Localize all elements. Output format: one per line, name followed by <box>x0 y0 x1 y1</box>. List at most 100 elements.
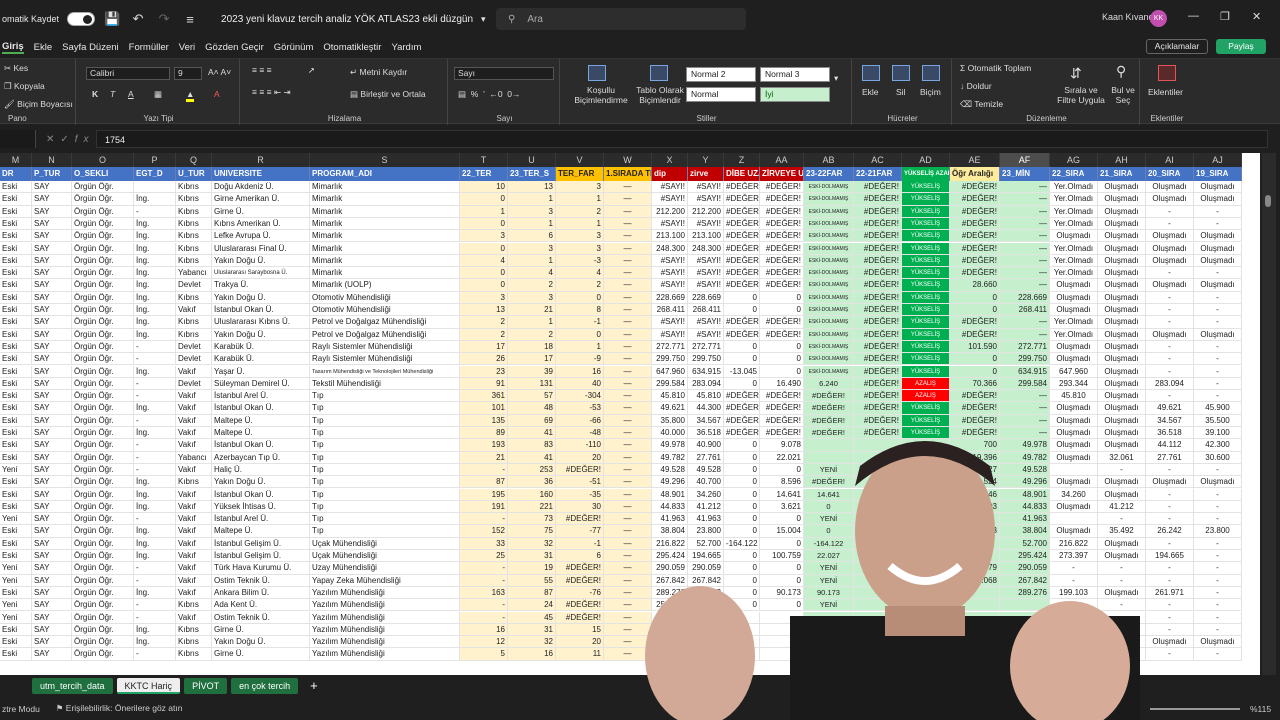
tab-view[interactable]: Görünüm <box>274 42 314 53</box>
table-cell[interactable]: 4 <box>460 254 508 268</box>
table-cell[interactable]: YÜKSELİŞ <box>902 353 950 366</box>
table-cell[interactable]: - <box>1194 500 1242 514</box>
table-cell[interactable]: #SAYI! <box>652 316 688 329</box>
table-cell[interactable]: -110 <box>556 439 604 452</box>
table-cell[interactable]: Tıp <box>310 427 460 440</box>
table-cell[interactable]: YÜKSELİŞ <box>902 365 950 378</box>
table-cell[interactable]: Örgün Öğr. <box>72 279 134 292</box>
table-cell[interactable]: Vakıf <box>176 611 212 624</box>
table-cell[interactable]: - <box>1194 217 1242 231</box>
borders-icon[interactable]: ▦ <box>154 89 162 100</box>
table-cell[interactable]: Maltepe Ü. <box>212 414 310 427</box>
table-cell[interactable]: ESKİ-DOLMAMIŞ <box>804 267 854 280</box>
table-cell[interactable]: Örgün Öğr. <box>72 181 134 194</box>
table-cell[interactable]: Mimarlık <box>310 254 460 268</box>
table-cell[interactable]: Oluşmadı <box>1050 304 1098 317</box>
table-cell[interactable]: #DEĞER! <box>760 217 804 231</box>
filter-header-cell[interactable]: DR <box>0 167 32 181</box>
table-cell[interactable]: — <box>1000 316 1050 329</box>
table-cell[interactable]: 1 <box>556 193 604 206</box>
format-as-table-icon[interactable] <box>650 65 668 81</box>
italic-icon[interactable]: T <box>110 89 115 99</box>
table-cell[interactable]: #DEĞER! <box>950 205 1000 218</box>
table-cell[interactable]: 0 <box>760 304 804 317</box>
table-cell[interactable]: 299.584 <box>652 377 688 391</box>
filter-header-cell[interactable]: EGT_D <box>134 167 176 181</box>
table-cell[interactable]: 0 <box>460 267 508 280</box>
table-cell[interactable]: YÜKSELİŞ <box>902 316 950 329</box>
table-cell[interactable]: - <box>134 340 176 354</box>
table-cell[interactable]: SAY <box>32 377 72 391</box>
table-cell[interactable]: — <box>1000 181 1050 194</box>
name-box[interactable] <box>0 130 36 148</box>
filter-header-cell[interactable]: PROGRAM_ADI <box>310 167 460 181</box>
table-cell[interactable]: Maltepe Ü. <box>212 525 310 538</box>
table-cell[interactable]: Vakıf <box>176 390 212 403</box>
table-cell[interactable]: Oluşmadı <box>1098 377 1146 391</box>
table-cell[interactable]: 28.660 <box>950 279 1000 292</box>
table-cell[interactable]: 44.300 <box>688 402 724 415</box>
table-cell[interactable]: Yapay Zeka Mühendisliği <box>310 574 460 587</box>
table-cell[interactable]: - <box>1146 217 1194 231</box>
table-cell[interactable]: Yeni <box>0 513 32 526</box>
table-cell[interactable]: Yabancı <box>176 451 212 464</box>
table-cell[interactable]: 1 <box>508 316 556 329</box>
table-cell[interactable]: Yazılım Mühendisliği <box>310 623 460 637</box>
table-cell[interactable]: Oluşmadı <box>1050 353 1098 366</box>
table-cell[interactable]: Örgün Öğr. <box>72 537 134 550</box>
table-cell[interactable]: #DEĞER! <box>854 242 902 255</box>
table-cell[interactable]: Eski <box>0 451 32 464</box>
table-cell[interactable]: — <box>1000 402 1050 415</box>
table-cell[interactable]: ESKİ-DOLMAMIŞ <box>804 193 854 206</box>
table-cell[interactable]: Örgün Öğr. <box>72 611 134 624</box>
table-cell[interactable]: 194.665 <box>1146 550 1194 563</box>
table-cell[interactable]: Oluşmadı <box>1098 340 1146 354</box>
table-cell[interactable]: - <box>1146 513 1194 526</box>
table-cell[interactable]: Uluslararası Kıbrıs Ü. <box>212 316 310 329</box>
table-cell[interactable]: - <box>1194 390 1242 403</box>
table-cell[interactable]: 101.590 <box>950 340 1000 354</box>
table-cell[interactable]: 0 <box>724 377 760 391</box>
table-cell[interactable]: Oluşmadı <box>1098 328 1146 341</box>
table-cell[interactable]: AZALIŞ <box>902 390 950 403</box>
table-cell[interactable]: İng. <box>134 623 176 637</box>
copy-button[interactable]: ❐ Kopyala <box>4 81 45 92</box>
table-cell[interactable]: 0 <box>724 304 760 317</box>
sheet-tab-most-chosen[interactable]: en çok tercih <box>231 678 299 694</box>
table-cell[interactable]: Oluşmadı <box>1194 328 1242 341</box>
filter-header-cell[interactable]: dip <box>652 167 688 181</box>
search-box[interactable]: ⚲ Ara <box>496 8 746 30</box>
table-cell[interactable]: 21 <box>460 451 508 464</box>
table-cell[interactable]: - <box>1194 353 1242 366</box>
table-cell[interactable]: Yer.Olmadı <box>1050 242 1098 255</box>
table-cell[interactable]: 634.915 <box>1000 365 1050 378</box>
close-icon[interactable]: ✕ <box>1252 10 1261 23</box>
table-cell[interactable]: Yer.Olmadı <box>1050 217 1098 231</box>
column-header-U[interactable]: U <box>508 153 556 167</box>
table-cell[interactable]: 0 <box>460 193 508 206</box>
underline-icon[interactable]: A <box>128 89 134 99</box>
table-cell[interactable]: Yer.Olmadı <box>1050 254 1098 268</box>
style-normal2[interactable]: Normal 2 <box>686 67 756 82</box>
table-cell[interactable]: 634.915 <box>688 365 724 378</box>
style-good[interactable]: İyi <box>760 87 830 102</box>
table-cell[interactable]: 33 <box>460 537 508 550</box>
table-cell[interactable]: Oluşmadı <box>1194 181 1242 194</box>
table-cell[interactable]: #DEĞER! <box>854 230 902 243</box>
table-cell[interactable]: Uluslararası Saraybosna Ü. <box>212 267 310 280</box>
table-cell[interactable]: Eski <box>0 537 32 550</box>
formula-input[interactable]: 1754 <box>96 130 1268 148</box>
grow-font-icon[interactable]: A˄ A˅ <box>208 67 231 77</box>
table-cell[interactable]: #DEĞER! <box>760 316 804 329</box>
column-header-AH[interactable]: AH <box>1098 153 1146 167</box>
table-cell[interactable]: Devlet <box>176 353 212 366</box>
table-cell[interactable]: Mimarlık <box>310 181 460 194</box>
filter-header-cell[interactable]: U_TUR <box>176 167 212 181</box>
table-cell[interactable]: Vakıf <box>176 488 212 501</box>
table-cell[interactable]: Yazılım Mühendisliği <box>310 611 460 624</box>
filter-header-cell[interactable]: 23_MİN <box>1000 167 1050 181</box>
table-cell[interactable]: 293.344 <box>1050 377 1098 391</box>
fill-color-icon[interactable]: ▲ <box>186 89 195 102</box>
table-cell[interactable]: Mimarlık <box>310 242 460 255</box>
table-cell[interactable]: Kıbrıs <box>176 623 212 637</box>
